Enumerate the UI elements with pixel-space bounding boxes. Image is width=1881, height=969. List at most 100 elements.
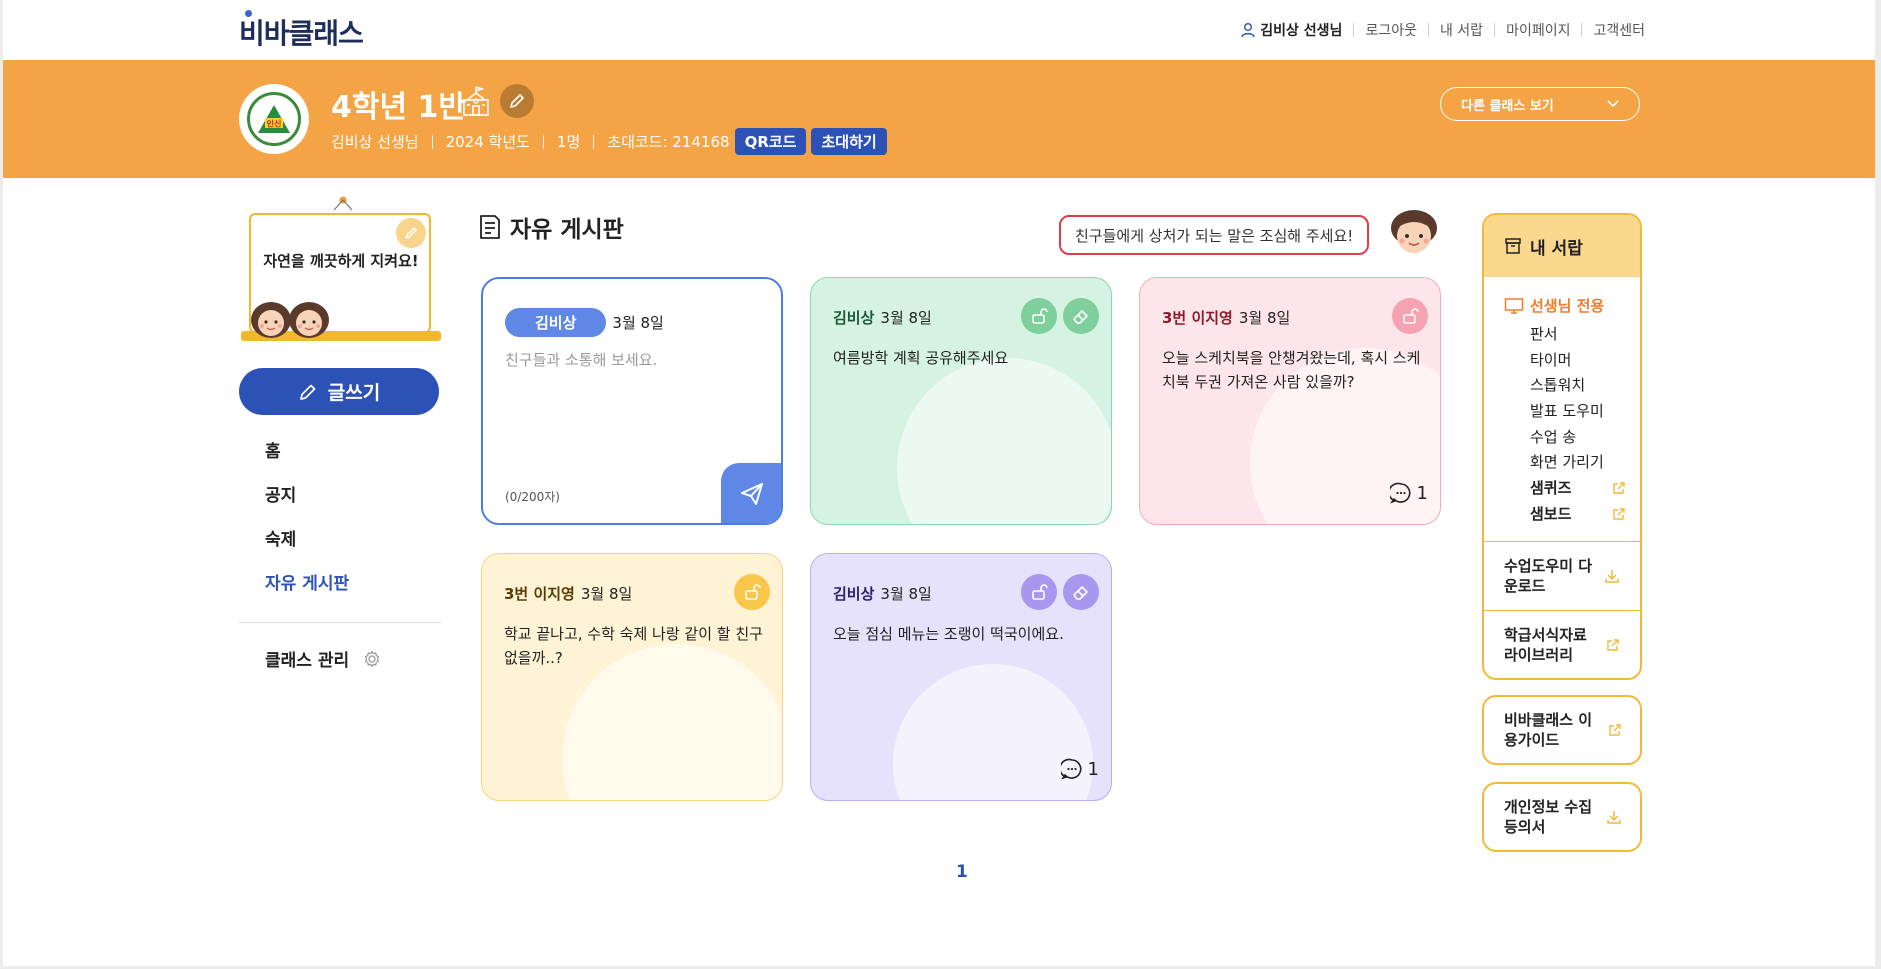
user-name: 김비상 선생님 [1260,23,1343,39]
qr-code-button[interactable]: QR코드 [734,128,807,155]
post-card[interactable]: 3번 이지영 3월 8일 학교 끝나고, 수학 숙제 나랑 같이 할 친구 없을… [481,553,783,801]
support-link[interactable]: 고객센터 [1593,20,1645,40]
other-class-select[interactable]: 다른 클래스 보기 [1440,87,1640,121]
class-badge: 인신 [239,84,309,154]
post-date: 3월 8일 [1238,309,1291,327]
divider [1581,23,1583,37]
external-link-icon [1607,639,1619,651]
top-bar: 비바클래스 김비상 선생님 로그아웃 내 서랍 마이페이지 고객센터 [3,0,1875,60]
post-card[interactable]: 김비상 3월 8일 여름방학 계획 공유해주세요 [810,277,1112,525]
post-text: 여름방학 계획 공유해주세요 [833,349,1009,367]
tool-timer[interactable]: 타이머 [1530,347,1626,373]
divider [1353,23,1355,37]
post-actions [734,574,770,610]
unlock-icon [1032,584,1048,600]
post-card[interactable]: 김비상 3월 8일 오늘 점심 메뉴는 조랭이 떡국이에요. 1 [810,553,1112,801]
emblem-icon: 인신 [258,105,290,133]
unlock-button[interactable] [1392,298,1428,334]
logo-dot [245,10,252,17]
tool-presentation-helper[interactable]: 발표 도우미 [1530,398,1626,424]
edit-class-button[interactable] [500,84,534,118]
post-header: 3번 이지영 3월 8일 [1162,307,1290,328]
user-menu[interactable]: 김비상 선생님 [1240,20,1342,40]
download-helper-link[interactable]: 수업도우미 다운로드 [1484,541,1640,610]
post-card[interactable]: 3번 이지영 3월 8일 오늘 스케치북을 안챙겨왔는데, 혹시 스케치북 두권… [1139,277,1441,525]
tool-label: 샘보드 [1530,504,1572,523]
external-link-icon [1613,482,1625,494]
write-post-label: 글쓰기 [327,382,381,404]
post-date: 3월 8일 [880,309,932,327]
edit-post-button[interactable] [1063,574,1099,610]
post-actions [1392,298,1428,334]
unlock-icon [745,584,761,600]
nav-free-board[interactable]: 자유 게시판 [265,570,349,614]
drawer-header: 내 서랍 [1484,215,1640,277]
edit-post-button[interactable] [1063,298,1099,334]
boy-illustration [1391,210,1437,253]
tool-samboard[interactable]: 샘보드 [1530,501,1626,527]
comment-icon [1060,758,1082,780]
user-icon [1241,23,1255,38]
kids-illustration [251,302,329,338]
logo-text: 비바클래스 [239,17,364,50]
download-icon [1607,811,1621,824]
class-manage-link[interactable]: 클래스 관리 [265,646,381,671]
unlock-button[interactable] [1021,298,1057,334]
pencil-icon [405,227,417,239]
post-date: 3월 8일 [880,585,932,603]
tool-samquiz[interactable]: 샘퀴즈 [1530,475,1626,501]
logout-link[interactable]: 로그아웃 [1365,20,1417,40]
card-decoration [897,358,1111,524]
post-text: 오늘 스케치북을 안챙겨왔는데, 혹시 스케치북 두권 가져온 사람 있을까? [1162,349,1421,391]
invite-button[interactable]: 초대하기 [811,128,887,155]
post-author: 김비상 [833,309,875,327]
unlock-icon [1403,308,1419,324]
pencil-icon [299,384,316,400]
nav-home[interactable]: 홈 [265,438,349,482]
download-icon [1605,570,1619,583]
tool-label: 화면 가리기 [1530,453,1604,472]
tool-screen-cover[interactable]: 화면 가리기 [1530,449,1626,475]
send-button[interactable] [721,463,781,523]
write-post-button[interactable]: 글쓰기 [239,368,439,415]
form-library-link[interactable]: 학급서식자료 라이브러리 [1484,610,1640,678]
post-text: 학교 끝나고, 수학 숙제 나랑 같이 할 친구 없을까..? [504,625,763,667]
tool-board-writing[interactable]: 판서 [1530,321,1626,347]
composer-header: 김비상 3월 8일 [505,308,664,337]
post-date: 3월 8일 [612,314,664,332]
mypage-link[interactable]: 마이페이지 [1506,20,1570,40]
board-title: 자유 게시판 [478,210,624,244]
board-document-icon [480,215,500,239]
warning-bubble: 친구들에게 상처가 되는 말은 조심해 주세요! [1059,215,1370,255]
tool-label: 타이머 [1530,350,1572,369]
divider [239,622,441,623]
class-members: 1명 [556,133,581,151]
archive-icon [1505,238,1521,254]
nav-homework[interactable]: 숙제 [265,526,349,570]
unlock-button[interactable] [1021,574,1057,610]
drawer-link[interactable]: 내 서랍 [1440,20,1483,40]
comment-count[interactable]: 1 [1389,482,1428,504]
pencil-icon [510,94,524,108]
form-library-label: 학급서식자료 라이브러리 [1504,626,1587,664]
guide-link[interactable]: 비바클래스 이용가이드 [1482,695,1642,765]
teacher-only-section: 선생님 전용 [1504,295,1604,316]
comment-number: 1 [1416,482,1428,504]
unlock-button[interactable] [734,574,770,610]
page-number[interactable]: 1 [956,862,968,882]
post-composer[interactable]: 김비상 3월 8일 친구들과 소통해 보세요. (0/200자) [481,277,783,525]
comment-count[interactable]: 1 [1060,758,1099,780]
privacy-consent-link[interactable]: 개인정보 수집 등의서 [1482,782,1642,852]
logo[interactable]: 비바클래스 [239,10,364,52]
external-link-icon [1613,507,1625,520]
tool-class-song[interactable]: 수업 송 [1530,424,1626,450]
tool-stopwatch[interactable]: 스톱워치 [1530,372,1626,398]
nav-notice[interactable]: 공지 [265,482,349,526]
unlock-icon [1032,308,1048,324]
edit-notice-button[interactable] [396,218,426,248]
class-teacher: 김비상 선생님 [331,133,419,151]
svg-text:인신: 인신 [267,119,282,129]
tool-label: 발표 도우미 [1530,401,1604,420]
composer-input[interactable]: 친구들과 소통해 보세요. [505,349,657,370]
tool-label: 수업 송 [1530,427,1577,446]
